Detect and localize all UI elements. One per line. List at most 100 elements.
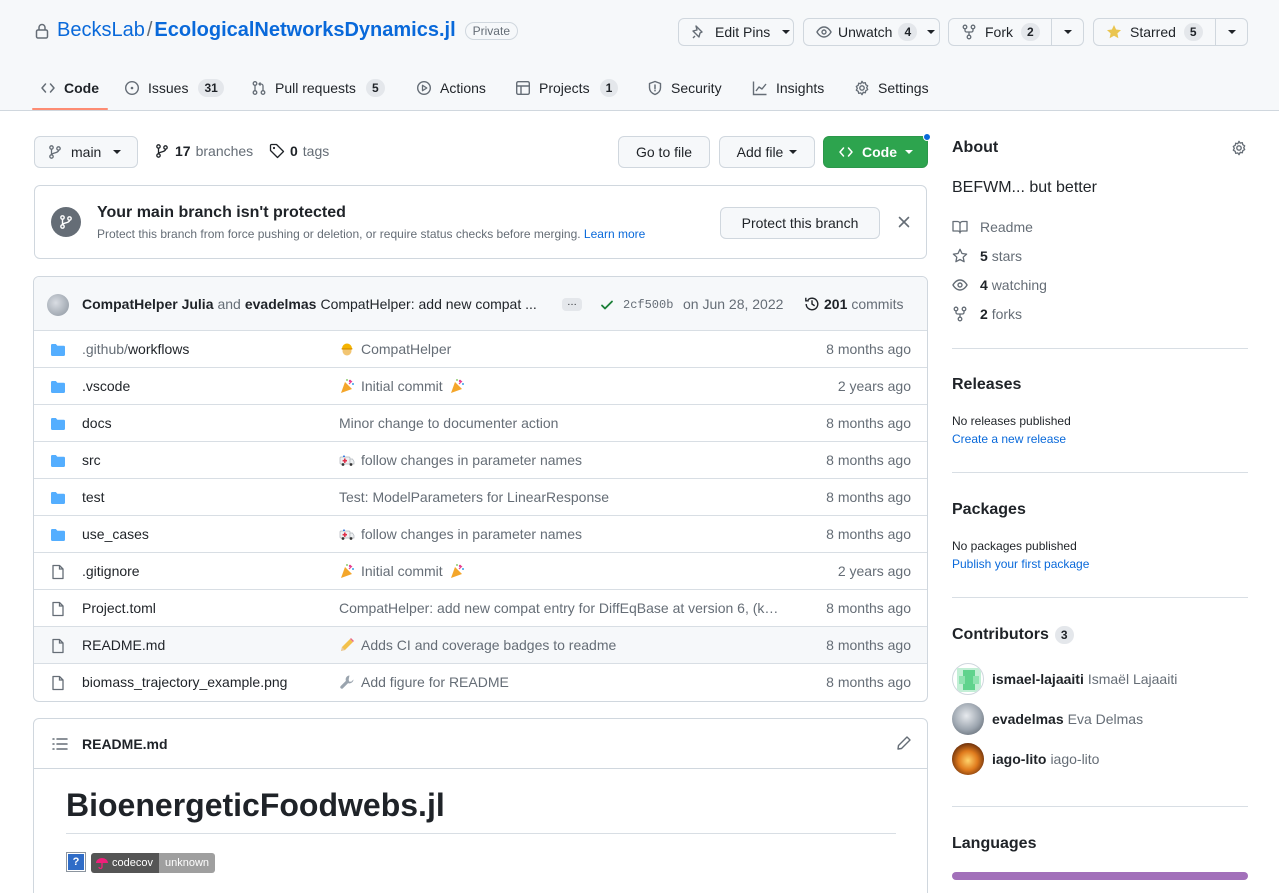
- commit-message-link[interactable]: Initial commit: [339, 378, 794, 394]
- commit-author-link[interactable]: CompatHelper Julia: [82, 296, 213, 312]
- file-name-link[interactable]: .vscode: [82, 378, 130, 394]
- contributor-item[interactable]: iago-lito iago-lito: [952, 743, 1099, 775]
- protect-branch-button[interactable]: Protect this branch: [720, 207, 880, 239]
- contributor-item[interactable]: ismael-lajaaiti Ismaël Lajaaiti: [952, 663, 1177, 695]
- watch-count: 4: [898, 23, 918, 41]
- commit-date: on Jun 28, 2022: [683, 296, 784, 312]
- commits-history-link[interactable]: 201 commits: [804, 296, 903, 312]
- edit-pins-button[interactable]: Edit Pins: [678, 18, 794, 46]
- watching-link[interactable]: 4 watching: [952, 275, 1047, 295]
- file-name-link[interactable]: docs: [82, 415, 112, 431]
- file-name-link[interactable]: .github/workflows: [82, 341, 189, 357]
- file-row[interactable]: test Test: ModelParameters for LinearResp…: [34, 478, 927, 515]
- tab-actions[interactable]: Actions: [416, 74, 486, 102]
- file-row[interactable]: use_cases follow changes in parameter nam…: [34, 515, 927, 552]
- code-button[interactable]: Code: [823, 136, 928, 168]
- commit-message-link[interactable]: Test: ModelParameters for LinearResponse: [339, 489, 794, 505]
- commit-message-link[interactable]: CompatHelper: add new compat entry for D…: [339, 600, 794, 616]
- readme-filename-link[interactable]: README.md: [82, 736, 168, 752]
- packages-heading[interactable]: Packages: [952, 501, 1026, 519]
- file-name-link[interactable]: biomass_trajectory_example.png: [82, 674, 287, 690]
- fork-button[interactable]: Fork 2: [949, 19, 1052, 45]
- branch-select-button[interactable]: main: [34, 136, 138, 168]
- create-release-link[interactable]: Create a new release: [952, 432, 1066, 446]
- contributor-login: evadelmas: [992, 711, 1064, 727]
- star-dropdown-button[interactable]: [1216, 19, 1247, 45]
- tab-insights[interactable]: Insights: [752, 74, 824, 102]
- fork-dropdown-button[interactable]: [1052, 19, 1083, 45]
- gear-icon[interactable]: [1231, 140, 1247, 156]
- learn-more-link[interactable]: Learn more: [584, 227, 645, 241]
- file-name-link[interactable]: .gitignore: [82, 563, 140, 579]
- commit-expand-button[interactable]: …: [562, 298, 582, 311]
- tab-pull-requests[interactable]: Pull requests 5: [251, 74, 385, 102]
- tab-settings[interactable]: Settings: [854, 74, 929, 102]
- file-name-link[interactable]: test: [82, 489, 105, 505]
- pencil-icon[interactable]: [896, 735, 912, 751]
- contributor-login: ismael-lajaaiti: [992, 671, 1084, 687]
- file-name-link[interactable]: use_cases: [82, 526, 149, 542]
- publish-package-link[interactable]: Publish your first package: [952, 557, 1089, 571]
- language-bar-julia[interactable]: [952, 872, 1248, 880]
- file-date: 8 months ago: [826, 674, 911, 690]
- commit-message-link[interactable]: CompatHelper: [339, 341, 794, 357]
- eye-icon: [952, 277, 968, 293]
- repo-header: BecksLab / EcologicalNetworksDynamics.jl…: [0, 0, 1279, 111]
- repo-owner-link[interactable]: BecksLab: [57, 19, 145, 42]
- commit-message-link[interactable]: Minor change to documenter action: [339, 415, 794, 431]
- broken-image-glyph: ?: [68, 854, 84, 870]
- branch-icon: [154, 143, 170, 159]
- commit-message-link[interactable]: follow changes in parameter names: [339, 526, 794, 542]
- broken-image-badge[interactable]: ?: [66, 852, 86, 872]
- file-row[interactable]: .vscode Initial commit 2 years ago: [34, 367, 927, 404]
- commit-message-link[interactable]: CompatHelper: add new compat ...: [320, 296, 536, 312]
- go-to-file-button[interactable]: Go to file: [618, 136, 710, 168]
- commit-message-link[interactable]: Add figure for README: [339, 674, 794, 690]
- commit-message-text: Adds CI and coverage badges to readme: [361, 637, 617, 653]
- commit-author-link[interactable]: evadelmas: [245, 296, 317, 312]
- readme-link[interactable]: Readme: [952, 217, 1033, 237]
- file-name-link[interactable]: src: [82, 452, 101, 468]
- forks-link[interactable]: 2 forks: [952, 304, 1022, 324]
- commit-message-text: CompatHelper: [361, 341, 452, 357]
- check-icon[interactable]: [600, 298, 614, 312]
- file-date: 8 months ago: [826, 526, 911, 542]
- file-row[interactable]: .github/workflows CompatHelper 8 months ag…: [34, 330, 927, 367]
- commit-sha-link[interactable]: 2cf500b: [623, 296, 673, 314]
- commit-message-link[interactable]: follow changes in parameter names: [339, 452, 794, 468]
- releases-heading[interactable]: Releases: [952, 376, 1021, 394]
- file-name-link[interactable]: Project.toml: [82, 600, 156, 616]
- contributors-heading[interactable]: Contributors 3: [952, 626, 1074, 644]
- tags-link[interactable]: 0 tags: [269, 143, 329, 159]
- tab-issues[interactable]: Issues 31: [124, 74, 224, 102]
- contributor-item[interactable]: evadelmas Eva Delmas: [952, 703, 1143, 735]
- file-row[interactable]: biomass_trajectory_example.png Add figure…: [34, 663, 927, 700]
- file-row[interactable]: src follow changes in parameter names 8 mo…: [34, 441, 927, 478]
- file-row[interactable]: docs Minor change to documenter action 8 m…: [34, 404, 927, 441]
- avatar[interactable]: [47, 294, 69, 316]
- branch-name: main: [71, 144, 102, 160]
- eye-icon: [816, 24, 832, 40]
- commit-message-link[interactable]: Adds CI and coverage badges to readme: [339, 637, 794, 653]
- tab-code[interactable]: Code: [40, 74, 99, 102]
- stars-link[interactable]: 5 stars: [952, 246, 1022, 266]
- tab-security[interactable]: Security: [647, 74, 722, 102]
- tab-counter: 5: [365, 79, 385, 97]
- file-name-link[interactable]: README.md: [82, 637, 165, 653]
- file-row[interactable]: Project.toml CompatHelper: add new compat…: [34, 589, 927, 626]
- protect-branch-label: Protect this branch: [741, 215, 859, 231]
- branches-link[interactable]: 17 branches: [154, 143, 253, 159]
- list-icon[interactable]: [52, 737, 68, 751]
- close-icon[interactable]: [897, 215, 911, 229]
- commit-message-link[interactable]: Initial commit: [339, 563, 794, 579]
- unwatch-button[interactable]: Unwatch 4: [803, 18, 940, 46]
- star-count: 5: [1183, 23, 1203, 41]
- codecov-badge[interactable]: codecov unknown: [91, 853, 216, 873]
- file-row[interactable]: .gitignore Initial commit 2 years ago: [34, 552, 927, 589]
- tab-projects[interactable]: Projects 1: [515, 74, 619, 102]
- add-file-button[interactable]: Add file: [719, 136, 815, 168]
- repo-name-link[interactable]: EcologicalNetworksDynamics.jl: [154, 19, 455, 42]
- graph-icon: [752, 80, 768, 96]
- starred-button[interactable]: Starred 5: [1094, 19, 1216, 45]
- file-row[interactable]: README.md Adds CI and coverage badges to …: [34, 626, 927, 663]
